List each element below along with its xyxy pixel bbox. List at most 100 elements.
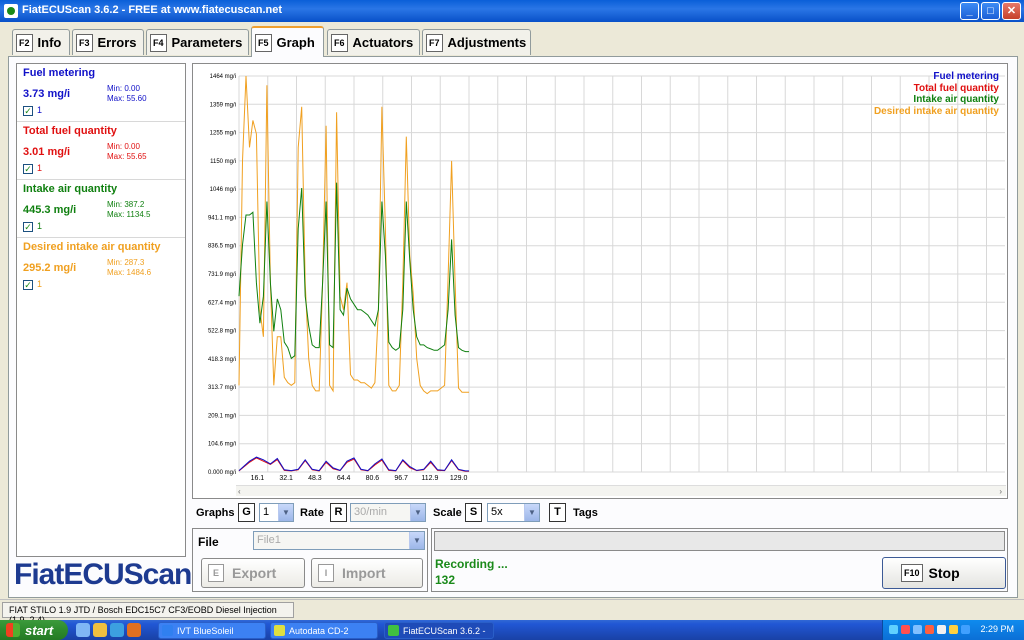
desktop-icon[interactable] [76, 623, 90, 637]
task-label: IVT BlueSoleil [177, 626, 234, 636]
x-tick-label: 32.1 [279, 475, 293, 482]
status-bar: FIAT STILO 1.9 JTD / Bosch EDC15C7 CF3/E… [0, 599, 1024, 625]
chevron-down-icon[interactable]: ▼ [278, 504, 293, 521]
tab-label: Adjustments [447, 35, 527, 50]
graphs-label: Graphs [196, 507, 235, 519]
sensor-check-label: 1 [37, 105, 43, 115]
export-button[interactable]: E Export [201, 558, 305, 588]
scale-key-button[interactable]: S [465, 503, 482, 522]
y-tick-label: 104.6 mg/i [208, 442, 236, 448]
x-tick-label: 80.6 [366, 475, 380, 482]
file-select[interactable]: File1 ▼ [253, 531, 425, 550]
x-tick-label: 96.7 [394, 475, 408, 482]
tab-label: Graph [276, 35, 315, 50]
x-tick-label: 129.0 [450, 475, 468, 482]
tags-key-button[interactable]: T [549, 503, 566, 522]
tab-errors[interactable]: F3 Errors [72, 29, 144, 55]
sensor-min: Min: 0.00 [107, 142, 140, 151]
scroll-right-icon[interactable]: › [999, 487, 1002, 496]
scale-value: 5x [491, 506, 503, 518]
tab-key: F2 [16, 33, 33, 52]
recording-count: 132 [435, 573, 456, 587]
app-icon[interactable] [4, 4, 18, 18]
sensor-name: Fuel metering [23, 67, 96, 79]
task-autodata[interactable]: Autodata CD-2 [270, 622, 378, 639]
task-ivt-bluesoleil[interactable]: IVT BlueSoleil [158, 622, 266, 639]
tab-key: F4 [150, 33, 167, 52]
sensor-checkbox[interactable]: ✓ [23, 106, 33, 116]
maximize-button[interactable]: □ [981, 2, 1000, 20]
minimize-button[interactable]: _ [960, 2, 979, 20]
scale-select[interactable]: 5x ▼ [487, 503, 540, 522]
bluetooth-tray-icon[interactable] [961, 625, 970, 634]
tags-label[interactable]: Tags [573, 507, 598, 519]
tab-label: Actuators [352, 35, 414, 50]
tray-icon[interactable] [925, 625, 934, 634]
sensor-desired-intake-air-quantity: Desired intake air quantity 295.2 mg/i M… [17, 238, 185, 296]
scale-label: Scale [433, 507, 462, 519]
chevron-down-icon[interactable]: ▼ [524, 504, 539, 521]
vehicle-info: FIAT STILO 1.9 JTD / Bosch EDC15C7 CF3/E… [2, 602, 294, 625]
sensor-check-label: 1 [37, 221, 43, 231]
sensor-value: 3.73 mg/i [23, 88, 71, 100]
start-label: start [25, 622, 54, 638]
start-button[interactable]: start [0, 620, 68, 640]
task-fiatecuscan[interactable]: FiatECUScan 3.6.2 - ... [384, 622, 494, 640]
sensor-checkbox[interactable]: ✓ [23, 164, 33, 174]
tab-info[interactable]: F2 Info [12, 29, 70, 55]
tab-graph[interactable]: F5 Graph [251, 26, 324, 57]
fiatecuscan-logo: FiatECUScan [14, 558, 192, 591]
task-label: Autodata CD-2 [289, 626, 349, 636]
file-value: File1 [257, 534, 281, 546]
tab-label: Parameters [171, 35, 243, 50]
sensor-name: Desired intake air quantity [23, 241, 161, 253]
tab-adjustments[interactable]: F7 Adjustments [422, 29, 531, 55]
tab-key: F7 [426, 33, 443, 52]
y-tick-label: 1150 mg/i [210, 159, 236, 165]
sensor-total-fuel-quantity: Total fuel quantity 3.01 mg/i Min: 0.00 … [17, 122, 185, 180]
sensor-intake-air-quantity: Intake air quantity 445.3 mg/i Min: 387.… [17, 180, 185, 238]
rate-key-button[interactable]: R [330, 503, 347, 522]
rate-select[interactable]: 30/min ▼ [350, 503, 426, 522]
import-button[interactable]: I Import [311, 558, 423, 588]
tab-actuators[interactable]: F6 Actuators [327, 29, 420, 55]
sensor-max: Max: 1484.6 [107, 268, 152, 277]
folder-icon[interactable] [93, 623, 107, 637]
scroll-left-icon[interactable]: ‹ [238, 487, 241, 496]
chevron-down-icon[interactable]: ▼ [410, 504, 425, 521]
sensor-checkbox[interactable]: ✓ [23, 280, 33, 290]
graphs-select[interactable]: 1 ▼ [259, 503, 294, 522]
legend-entry: Intake air quantity [913, 94, 999, 105]
graphs-key-button[interactable]: G [238, 503, 255, 522]
y-tick-label: 209.1 mg/i [208, 413, 236, 419]
media-player-icon[interactable] [110, 623, 124, 637]
sensor-checkbox[interactable]: ✓ [23, 222, 33, 232]
graph-horizontal-scrollbar[interactable]: ‹ › [236, 485, 1006, 496]
rate-value: 30/min [354, 506, 388, 518]
close-button[interactable]: ✕ [1002, 2, 1021, 20]
graph-area: 1464 mg/i 1359 mg/i 1255 mg/i 1150 mg/i 1046… [192, 63, 1008, 499]
stop-button[interactable]: F10 Stop [882, 557, 1006, 589]
firefox-icon[interactable] [127, 623, 141, 637]
tab-parameters[interactable]: F4 Parameters [146, 29, 249, 55]
legend-entry: Total fuel quantity [913, 82, 999, 94]
tray-icon[interactable] [889, 625, 898, 634]
sensor-list: Fuel metering 3.73 mg/i Min: 0.00 Max: 5… [16, 63, 186, 557]
y-tick-label: 731.9 mg/i [208, 272, 236, 278]
tray-icon[interactable] [913, 625, 922, 634]
clock: 2:29 PM [980, 624, 1014, 634]
sensor-name: Total fuel quantity [23, 125, 117, 137]
tray-icon[interactable] [901, 625, 910, 634]
tab-bar: F2 Info F3 Errors F4 Parameters F5 Graph F6 A… [0, 24, 1024, 57]
x-tick-label: 112.9 [421, 475, 438, 482]
legend-entry: Fuel metering [933, 71, 999, 82]
sensor-check-label: 1 [37, 163, 43, 173]
y-tick-label: 1255 mg/i [210, 131, 236, 137]
y-tick-label: 1359 mg/i [210, 102, 236, 108]
volume-icon[interactable] [937, 625, 946, 634]
windows-flag-icon [6, 623, 20, 637]
network-icon[interactable] [949, 625, 958, 634]
tab-key: F6 [331, 33, 348, 52]
file-label: File [198, 535, 219, 549]
chevron-down-icon[interactable]: ▼ [409, 532, 424, 549]
